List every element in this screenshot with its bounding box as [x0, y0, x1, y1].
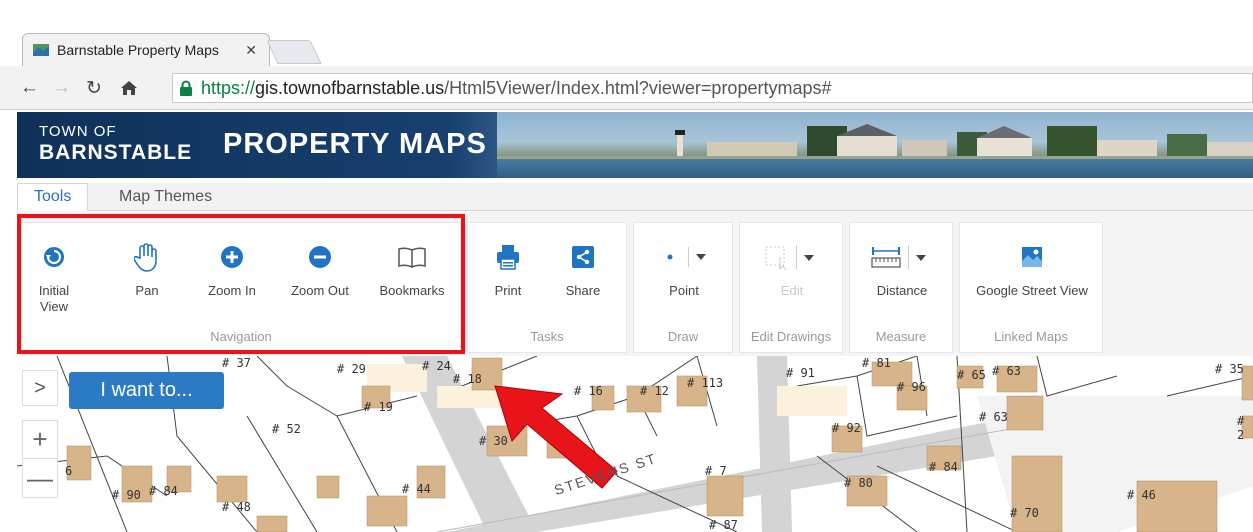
- parcel-label: # 90: [112, 488, 141, 502]
- parcel-label: # 91: [786, 366, 815, 380]
- parcel-label: # 81: [862, 356, 891, 370]
- browser-toolbar: ← → ↻ https://gis.townofbarnstable.us/Ht…: [0, 66, 1253, 110]
- parcel-label: # 63: [992, 364, 1021, 378]
- distance-ruler-icon: [871, 245, 926, 269]
- url-text: https://gis.townofbarnstable.us/Html5Vie…: [201, 78, 832, 99]
- town-name-label: BARNSTABLE: [39, 141, 193, 164]
- tab-map-themes[interactable]: Map Themes: [103, 183, 228, 211]
- map-zoom-out-button[interactable]: —: [23, 459, 57, 497]
- edit-button[interactable]: Edit: [752, 241, 832, 299]
- tasks-group: Print Share Tasks: [467, 222, 627, 353]
- share-icon: [572, 246, 594, 268]
- tab-close-icon[interactable]: ✕: [245, 42, 257, 59]
- distance-button[interactable]: Distance: [862, 241, 942, 299]
- linked-maps-group: Google Street View Linked Maps: [959, 222, 1103, 353]
- share-button[interactable]: Share: [553, 241, 613, 299]
- parcel-label: # 84: [149, 484, 178, 498]
- toolbar-tabs: Tools Map Themes: [17, 183, 1253, 211]
- edit-select-icon: [765, 245, 814, 271]
- draw-group: Point Draw: [633, 222, 733, 353]
- parcel-map[interactable]: # 37 # 29 # 24 # 18 # 19 # 16 # 12 # 113…: [17, 356, 1253, 532]
- measure-group: Distance Measure: [849, 222, 953, 353]
- edit-drawings-group-label: Edit Drawings: [750, 329, 832, 344]
- harbor-houses-image: [497, 124, 1253, 159]
- parcel-label: # 113: [687, 376, 724, 390]
- parcel-label: # 70: [1010, 506, 1039, 520]
- parcel-label: # 12: [640, 384, 669, 398]
- navigation-highlight-box: [17, 214, 465, 354]
- point-button[interactable]: Point: [644, 241, 724, 299]
- parcel-label: # 92: [832, 421, 861, 435]
- parcel-label: # 87: [709, 518, 738, 532]
- print-button[interactable]: Print: [478, 241, 538, 299]
- point-label: Point: [669, 283, 699, 298]
- parcel-label: # 65: [957, 368, 986, 382]
- browser-tab[interactable]: Barnstable Property Maps ✕: [22, 33, 270, 66]
- url-scheme: https://: [201, 77, 256, 98]
- tab-title: Barnstable Property Maps: [57, 42, 219, 58]
- parcel-label: # 48: [222, 500, 251, 514]
- map-favicon-icon: [33, 44, 49, 56]
- edit-label: Edit: [780, 283, 804, 298]
- tasks-group-label: Tasks: [530, 329, 564, 344]
- i-want-to-button[interactable]: I want to...: [69, 372, 224, 409]
- parcel-label: # 2: [1237, 414, 1245, 442]
- parcel-label: # 35: [1215, 362, 1244, 376]
- google-street-view-label: Google Street View: [976, 283, 1088, 298]
- linked-maps-group-label: Linked Maps: [994, 329, 1068, 344]
- reload-icon[interactable]: ↻: [86, 77, 102, 100]
- map-zoom-control: + —: [22, 420, 58, 498]
- parcel-label: # 63: [979, 410, 1008, 424]
- google-street-view-button[interactable]: Google Street View: [972, 241, 1092, 299]
- map-zoom-in-button[interactable]: +: [23, 421, 57, 459]
- printer-icon: [497, 245, 519, 270]
- url-domain: gis.townofbarnstable.us: [255, 77, 445, 98]
- url-path: /Html5Viewer/Index.html?viewer=propertym…: [444, 77, 832, 98]
- draw-group-label: Draw: [667, 329, 699, 344]
- parcel-label: # 19: [364, 400, 393, 414]
- lock-icon: [180, 80, 192, 96]
- parcel-label: # 80: [844, 476, 873, 490]
- parcel-label: # 96: [897, 380, 926, 394]
- edit-drawings-group: Edit Edit Drawings: [739, 222, 843, 353]
- parcel-label: # 44: [402, 482, 431, 496]
- tab-tools[interactable]: Tools: [17, 183, 89, 211]
- parcel-label: # 30: [479, 434, 508, 448]
- app-banner: TOWN OF BARNSTABLE PROPERTY MAPS: [17, 112, 1253, 178]
- parcel-label: # 18: [453, 372, 482, 386]
- parcel-label: # 29: [337, 362, 366, 376]
- town-of-label: TOWN OF: [39, 123, 117, 140]
- parcel-label: # 84: [929, 460, 958, 474]
- parcel-label: # 52: [272, 422, 301, 436]
- parcel-label: # 24: [422, 359, 451, 373]
- print-label: Print: [494, 283, 522, 298]
- forward-arrow-icon[interactable]: →: [52, 77, 71, 99]
- parcel-label: # 46: [1127, 488, 1156, 502]
- parcel-label: 6: [65, 464, 73, 478]
- app-title: PROPERTY MAPS: [223, 128, 487, 160]
- expand-panel-button[interactable]: >: [22, 370, 58, 406]
- share-label: Share: [565, 283, 601, 298]
- parcel-label: # 16: [574, 384, 603, 398]
- new-tab-button[interactable]: [266, 40, 322, 64]
- address-bar[interactable]: https://gis.townofbarnstable.us/Html5Vie…: [172, 73, 1253, 103]
- measure-group-label: Measure: [875, 329, 927, 344]
- home-icon[interactable]: [120, 80, 138, 96]
- parcel-label: # 37: [222, 356, 251, 370]
- street-view-icon: [1022, 247, 1042, 267]
- point-dropdown-icon: [667, 247, 706, 267]
- parcel-label: # 7: [705, 464, 727, 478]
- back-arrow-icon[interactable]: ←: [20, 77, 39, 99]
- distance-label: Distance: [876, 283, 928, 298]
- browser-tabstrip: Barnstable Property Maps ✕: [0, 0, 1253, 66]
